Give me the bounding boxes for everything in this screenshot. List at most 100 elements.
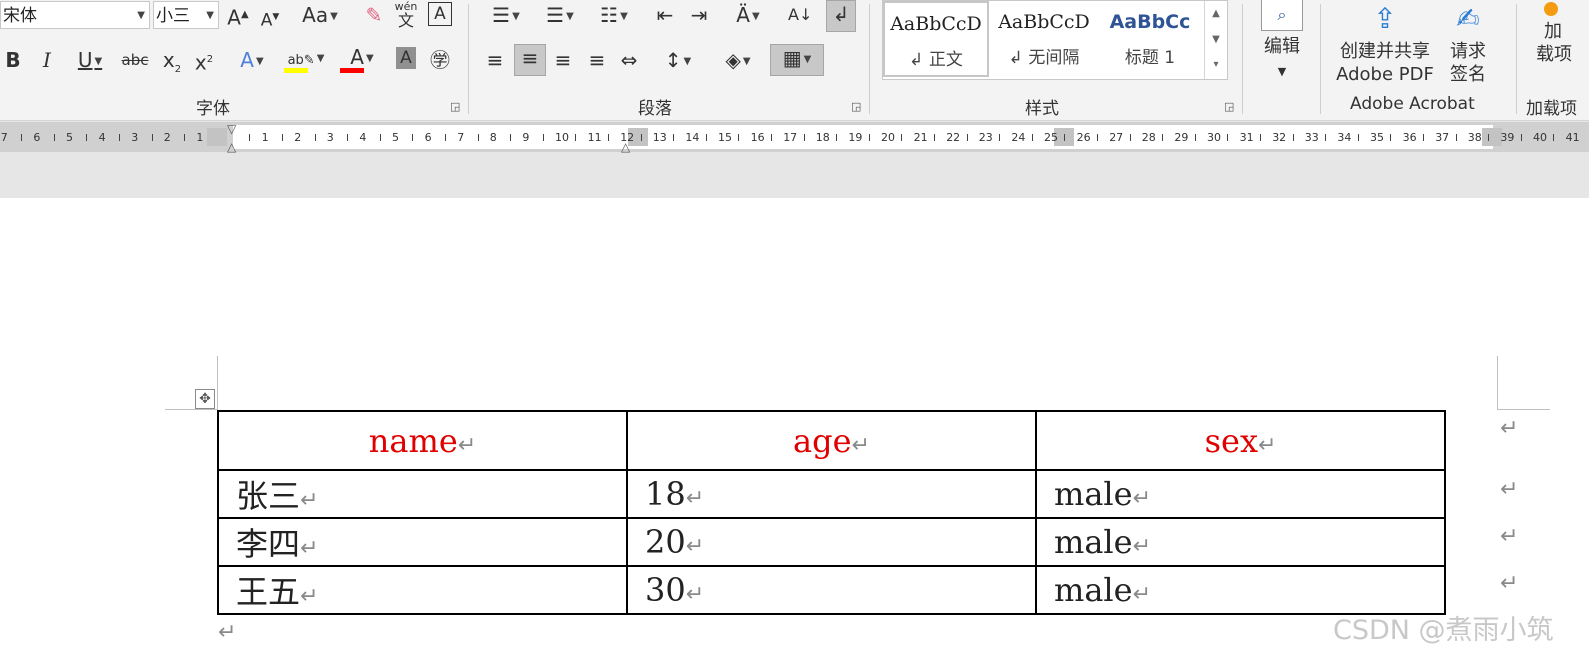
editing-label: 编辑 xyxy=(1264,36,1300,57)
justify-icon[interactable]: ≡ xyxy=(584,47,610,73)
change-case-button[interactable]: Aa ▼ xyxy=(298,2,342,30)
highlight-button[interactable]: ab✎ ▼ xyxy=(282,44,330,74)
grow-font-button[interactable]: A▲ xyxy=(226,2,250,31)
ruler-tick xyxy=(966,134,968,141)
character-shading-button[interactable]: A xyxy=(396,47,416,69)
borders-button[interactable]: ▦ ▼ xyxy=(770,44,824,76)
font-name-combo[interactable]: 宋体 ▼ xyxy=(0,1,150,29)
change-case-label: Aa xyxy=(302,3,329,27)
font-color-button[interactable]: A ▼ xyxy=(338,44,386,73)
align-center-icon[interactable]: ≡ xyxy=(514,44,546,76)
bullets-button[interactable]: ☰ ▼ xyxy=(484,2,528,30)
ruler-tick xyxy=(1259,134,1261,141)
clear-format-icon[interactable]: ✎ xyxy=(362,2,386,28)
chevron-down-icon: ▼ xyxy=(206,10,214,21)
chevron-down-icon: ▼ xyxy=(1277,65,1287,78)
paragraph-dialog-launcher-icon[interactable]: ◲ xyxy=(851,100,861,113)
line-spacing-button[interactable]: ↕ ▼ xyxy=(656,47,700,75)
first-line-indent-marker[interactable]: ▽ xyxy=(227,122,236,136)
header-cell[interactable]: age↵ xyxy=(626,410,1037,471)
shrink-font-button[interactable]: A▼ xyxy=(258,4,282,34)
table-cell[interactable]: 18↵ xyxy=(626,469,1037,519)
header-cell[interactable]: name↵ xyxy=(217,410,628,471)
crop-mark xyxy=(217,356,218,410)
ruler-tick xyxy=(770,134,772,141)
distributed-icon[interactable]: ⇔ xyxy=(616,47,642,73)
ruler-number: 7 xyxy=(0,131,8,144)
ruler-tick xyxy=(901,134,903,141)
gallery-more-icon[interactable]: ▾ xyxy=(1205,53,1227,77)
chevron-down-icon: ▼ xyxy=(137,10,145,21)
table-cell[interactable]: male↵ xyxy=(1035,469,1446,519)
style-normal[interactable]: AaBbCcD ↲ 正文 xyxy=(883,1,989,77)
strikethrough-button[interactable]: abc xyxy=(120,47,150,73)
cell-text: male xyxy=(1054,475,1133,513)
style-sample: AaBbCcD xyxy=(890,13,982,35)
ruler-number: 4 xyxy=(359,131,367,144)
increase-indent-icon[interactable]: ⇥ xyxy=(686,2,712,28)
ruler-tick xyxy=(1227,134,1229,141)
table-move-handle-icon[interactable]: ✥ xyxy=(195,389,215,409)
cell-text: 18 xyxy=(645,475,686,513)
table-cell[interactable]: 李四↵ xyxy=(217,517,628,567)
request-signature-button[interactable]: ✍ 请求 签名 xyxy=(1440,2,1496,86)
phonetic-guide-button[interactable]: wén 文 xyxy=(394,0,418,30)
shading-button[interactable]: ◈ ▼ xyxy=(716,47,760,75)
character-border-button[interactable]: A xyxy=(428,2,452,26)
chevron-down-icon: ▼ xyxy=(94,55,103,67)
ruler-tick xyxy=(151,134,153,141)
font-size-combo[interactable]: 小三 ▼ xyxy=(153,1,219,29)
create-share-pdf-button[interactable]: ⇪ 创建并共享 Adobe PDF xyxy=(1334,2,1436,86)
ruler-number: 28 xyxy=(1141,131,1156,144)
ruler-number: 6 xyxy=(424,131,432,144)
ruler-right-margin[interactable] xyxy=(1482,128,1502,146)
numbering-button[interactable]: ☰ ▼ xyxy=(538,2,582,30)
ruler-number: 20 xyxy=(881,131,895,144)
styles-scroll[interactable]: ▲ ▼ ▾ xyxy=(1204,1,1227,79)
data-table[interactable]: name↵ age↵ sex↵ 张三↵ 18↵ male↵ 李四↵ 20↵ ma… xyxy=(217,410,1446,615)
italic-button[interactable]: I xyxy=(36,47,58,73)
table-header-row: name↵ age↵ sex↵ xyxy=(217,410,1446,471)
chevron-down-icon[interactable]: ▼ xyxy=(1205,27,1227,53)
editing-button[interactable]: ⌕ 编辑 ▼ xyxy=(1256,0,1308,83)
table-cell[interactable]: male↵ xyxy=(1035,517,1446,567)
align-right-icon[interactable]: ≡ xyxy=(550,47,576,73)
header-cell[interactable]: sex↵ xyxy=(1035,410,1446,471)
chinese-layout-button[interactable]: Ä ▼ xyxy=(728,2,768,30)
multilevel-list-button[interactable]: ☷ ▼ xyxy=(592,2,636,30)
phonetic-bottom: 文 xyxy=(397,11,414,30)
show-marks-icon[interactable]: ↲ xyxy=(826,0,856,32)
subscript-button[interactable]: x2 xyxy=(160,47,184,83)
paragraph-mark: ↵ xyxy=(300,488,319,513)
group-divider xyxy=(1242,4,1243,114)
style-heading-1[interactable]: AaBbCc 标题 1 xyxy=(1097,1,1203,77)
underline-button[interactable]: U ▼ xyxy=(68,47,112,75)
bold-button[interactable]: B xyxy=(2,47,24,73)
signature-icon: ✍ xyxy=(1456,2,1480,35)
ruler-tick xyxy=(1194,134,1196,141)
table-cell[interactable]: 30↵ xyxy=(626,565,1037,615)
table-cell[interactable]: 王五↵ xyxy=(217,565,628,615)
styles-group-label: 样式 xyxy=(1025,99,1059,119)
sort-icon[interactable]: A↓ xyxy=(788,2,812,28)
ruler-tick xyxy=(184,134,186,141)
superscript-button[interactable]: x2 xyxy=(192,47,216,76)
hanging-indent-marker[interactable]: △ xyxy=(227,140,236,154)
addins-button[interactable]: 加 载项 xyxy=(1532,2,1589,66)
styles-dialog-launcher-icon[interactable]: ◲ xyxy=(1224,100,1234,113)
ruler-left-margin[interactable] xyxy=(207,128,227,146)
enclose-characters-button[interactable]: ㊫ xyxy=(428,47,452,73)
style-no-spacing[interactable]: AaBbCcD ↲ 无间隔 xyxy=(991,1,1097,77)
align-left-icon[interactable]: ≡ xyxy=(482,47,508,73)
text-effects-button[interactable]: A ▼ xyxy=(232,47,272,75)
chevron-down-icon: ▼ xyxy=(512,10,520,22)
ruler-number: 19 xyxy=(848,131,863,144)
table-cell[interactable]: 20↵ xyxy=(626,517,1037,567)
table-cell[interactable]: male↵ xyxy=(1035,565,1446,615)
table-cell[interactable]: 张三↵ xyxy=(217,469,628,519)
paragraph-mark: ↵ xyxy=(851,432,870,458)
chevron-up-icon[interactable]: ▲ xyxy=(1205,1,1227,27)
decrease-indent-icon[interactable]: ⇤ xyxy=(652,2,678,28)
ruler-tick xyxy=(1162,134,1164,141)
font-dialog-launcher-icon[interactable]: ◲ xyxy=(450,100,460,113)
